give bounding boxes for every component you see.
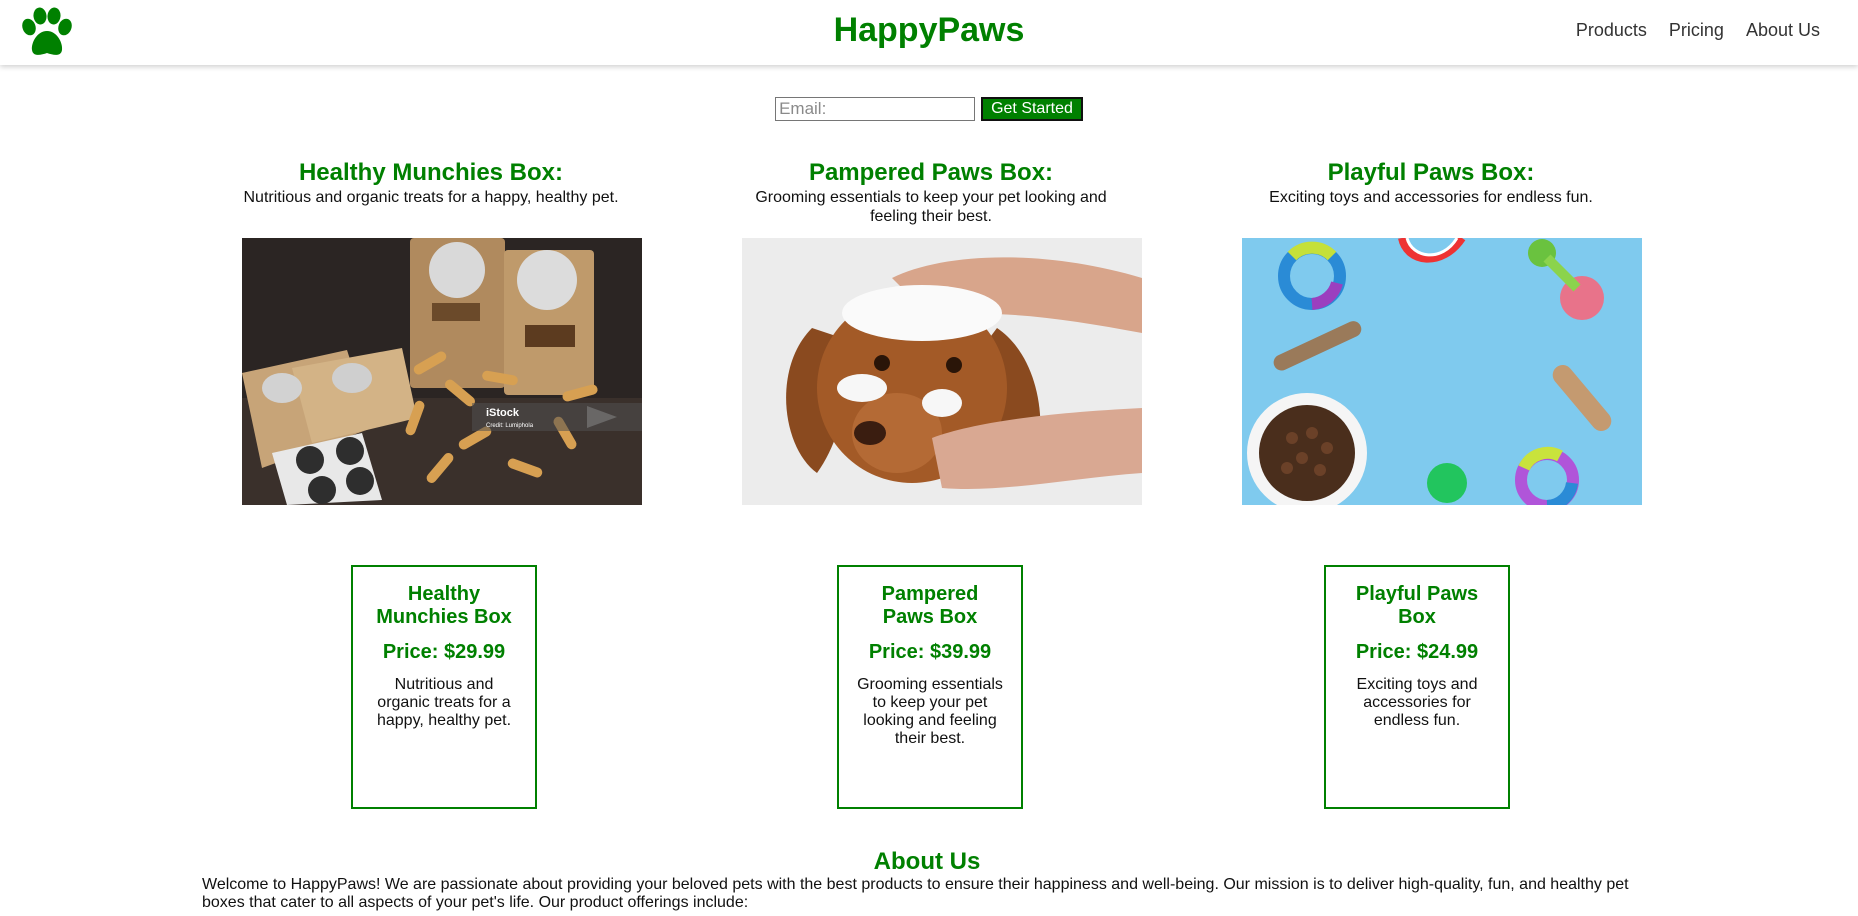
price-card-price: Price: $24.99 <box>1355 641 1479 663</box>
nav-link-about-us[interactable]: About Us <box>1746 20 1820 41</box>
price-card-playful-paws: Playful Paws Box Price: $24.99 Exciting … <box>1324 565 1510 809</box>
product-title: Playful Paws Box: <box>1327 159 1535 186</box>
top-navbar: HappyPaws Products Pricing About Us <box>0 0 1858 65</box>
product-description: Exciting toys and accessories for endles… <box>1269 189 1593 206</box>
price-card-description: Grooming essentials to keep your pet loo… <box>857 676 1003 747</box>
about-text: Welcome to HappyPaws! We are passionate … <box>202 876 1629 911</box>
nav-link-products[interactable]: Products <box>1576 20 1647 41</box>
price-card-price: Price: $29.99 <box>382 641 506 663</box>
price-card-title: Playful Paws Box <box>1355 583 1479 628</box>
product-healthy-munchies: Healthy Munchies Box: Nutritious and org… <box>221 158 642 505</box>
dog-bath-photo <box>742 238 1142 505</box>
product-description: Nutritious and organic treats for a happ… <box>243 189 619 206</box>
price-card-healthy-munchies: Healthy Munchies Box Price: $29.99 Nutri… <box>351 565 537 809</box>
product-title: Healthy Munchies Box: <box>298 159 564 186</box>
product-playful-paws: Playful Paws Box: Exciting toys and acce… <box>1221 158 1642 505</box>
price-card-description: Exciting toys and accessories for endles… <box>1356 676 1478 729</box>
price-card-price: Price: $39.99 <box>868 641 992 663</box>
product-description: Grooming essentials to keep your pet loo… <box>755 189 1107 225</box>
nav-link-pricing[interactable]: Pricing <box>1669 20 1724 41</box>
price-card-pampered-paws: Pampered Paws Box Price: $39.99 Grooming… <box>837 565 1023 809</box>
price-card-title: Healthy Munchies Box <box>376 583 512 628</box>
get-started-button[interactable]: Get Started <box>981 97 1083 121</box>
email-input[interactable] <box>775 97 976 121</box>
signup-form: Get Started <box>0 97 1858 121</box>
watermark-text: iStock <box>486 407 520 419</box>
pet-treats-photo: iStock Credit: Lumiphola <box>242 238 642 505</box>
about-section: About Us Welcome to HappyPaws! We are pa… <box>202 848 1652 912</box>
product-title: Pampered Paws Box: <box>808 159 1054 186</box>
nav-links: Products Pricing About Us <box>1576 20 1820 41</box>
dog-toys-photo <box>1242 238 1642 505</box>
price-card-title: Pampered Paws Box <box>881 583 979 628</box>
product-pampered-paws: Pampered Paws Box: Grooming essentials t… <box>721 158 1142 505</box>
watermark-credit: Credit: Lumiphola <box>486 423 534 429</box>
price-card-description: Nutritious and organic treats for a happ… <box>376 676 512 729</box>
about-title: About Us <box>873 848 981 875</box>
